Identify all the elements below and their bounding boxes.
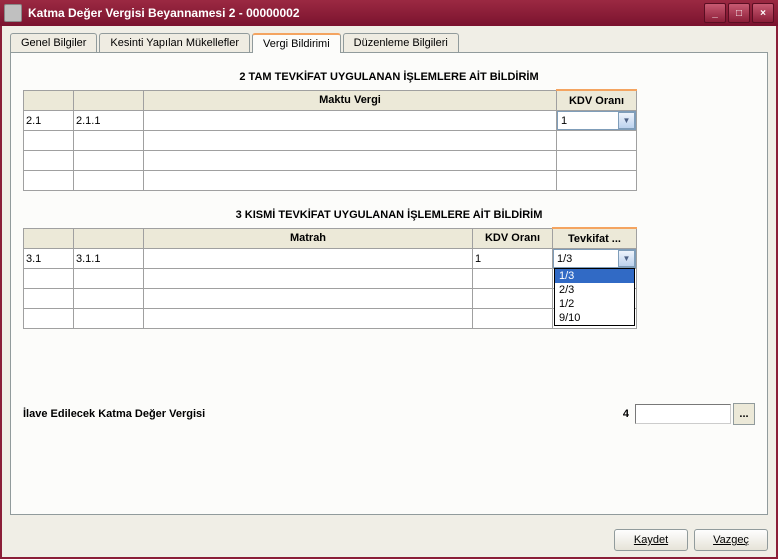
maximize-button[interactable]: □ bbox=[728, 3, 750, 23]
ilave-label: İlave Edilecek Katma Değer Vergisi bbox=[23, 408, 623, 420]
tevkifat-dropdown[interactable]: 1/3 ▼ 1/3 2/3 1/2 9/10 bbox=[553, 249, 636, 268]
table2-cell-kdv-orani[interactable]: 1 ▼ bbox=[557, 111, 637, 131]
table3-col-header-kdv-orani: KDV Oranı bbox=[473, 228, 553, 249]
tab-panel-vergi-bildirimi: 2 TAM TEVKİFAT UYGULANAN İŞLEMLERE AİT B… bbox=[10, 52, 768, 515]
table3-row bbox=[24, 269, 637, 289]
chevron-down-icon[interactable]: ▼ bbox=[618, 250, 635, 267]
section-2-table: Maktu Vergi KDV Oranı 2.1 2.1.1 1 ▼ bbox=[23, 89, 637, 191]
app-icon bbox=[4, 4, 22, 22]
minimize-button[interactable]: _ bbox=[704, 3, 726, 23]
ilave-number: 4 bbox=[623, 408, 629, 420]
tab-duzenleme-bilgileri[interactable]: Düzenleme Bilgileri bbox=[343, 33, 459, 53]
table3-col-header-matrah: Matrah bbox=[144, 228, 473, 249]
table2-cell[interactable] bbox=[144, 111, 557, 131]
chevron-down-icon[interactable]: ▼ bbox=[618, 112, 635, 129]
table3-row bbox=[24, 289, 637, 309]
ilave-more-button[interactable]: ... bbox=[733, 403, 755, 425]
footer-bar: Kaydet Vazgeç bbox=[2, 523, 776, 557]
table3-col-header-blank1 bbox=[24, 228, 74, 249]
table3-cell[interactable]: 1 bbox=[473, 249, 553, 269]
tab-vergi-bildirimi[interactable]: Vergi Bildirimi bbox=[252, 33, 341, 53]
section-3-table: Matrah KDV Oranı Tevkifat ... 3.1 3.1.1 … bbox=[23, 227, 637, 329]
table3-row bbox=[24, 309, 637, 329]
tevkifat-option[interactable]: 1/3 bbox=[555, 269, 634, 283]
table3-cell[interactable]: 3.1 bbox=[24, 249, 74, 269]
table2-row bbox=[24, 131, 637, 151]
kdv-orani-value: 1 bbox=[558, 115, 618, 127]
window-title: Katma Değer Vergisi Beyannamesi 2 - 0000… bbox=[28, 6, 704, 20]
table2-row: 2.1 2.1.1 1 ▼ bbox=[24, 111, 637, 131]
table2-row bbox=[24, 151, 637, 171]
tab-strip: Genel Bilgiler Kesinti Yapılan Mükellefl… bbox=[2, 26, 776, 52]
tevkifat-value: 1/3 bbox=[554, 253, 618, 265]
table2-row bbox=[24, 171, 637, 191]
tevkifat-option[interactable]: 2/3 bbox=[555, 283, 634, 297]
window-titlebar: Katma Değer Vergisi Beyannamesi 2 - 0000… bbox=[0, 0, 778, 26]
section-2-title: 2 TAM TEVKİFAT UYGULANAN İŞLEMLERE AİT B… bbox=[23, 71, 755, 83]
tevkifat-option[interactable]: 9/10 bbox=[555, 311, 634, 325]
table2-col-header-blank1 bbox=[24, 90, 74, 111]
table3-col-header-tevkifat: Tevkifat ... bbox=[553, 228, 637, 249]
table3-cell-tevkifat[interactable]: 1/3 ▼ 1/3 2/3 1/2 9/10 bbox=[553, 249, 637, 269]
table3-cell[interactable] bbox=[144, 249, 473, 269]
table3-col-header-blank2 bbox=[74, 228, 144, 249]
section-3-title: 3 KISMİ TEVKİFAT UYGULANAN İŞLEMLERE AİT… bbox=[23, 209, 755, 221]
table2-col-header-kdv-orani: KDV Oranı bbox=[557, 90, 637, 111]
ilave-input[interactable] bbox=[635, 404, 731, 424]
ilave-row: İlave Edilecek Katma Değer Vergisi 4 ... bbox=[23, 403, 755, 425]
table2-cell[interactable]: 2.1 bbox=[24, 111, 74, 131]
tevkifat-dropdown-list: 1/3 2/3 1/2 9/10 bbox=[554, 268, 635, 326]
vazgec-button[interactable]: Vazgeç bbox=[694, 529, 768, 551]
table2-cell[interactable]: 2.1.1 bbox=[74, 111, 144, 131]
table3-cell[interactable]: 3.1.1 bbox=[74, 249, 144, 269]
table2-col-header-blank2 bbox=[74, 90, 144, 111]
tab-kesinti-yapilan-mukellefler[interactable]: Kesinti Yapılan Mükellefler bbox=[99, 33, 250, 53]
kdv-orani-dropdown[interactable]: 1 ▼ bbox=[557, 111, 636, 130]
table3-row: 3.1 3.1.1 1 1/3 ▼ 1/3 2/3 1/2 9/10 bbox=[24, 249, 637, 269]
table2-col-header-maktu-vergi: Maktu Vergi bbox=[144, 90, 557, 111]
kaydet-button[interactable]: Kaydet bbox=[614, 529, 688, 551]
tab-genel-bilgiler[interactable]: Genel Bilgiler bbox=[10, 33, 97, 53]
tevkifat-option[interactable]: 1/2 bbox=[555, 297, 634, 311]
close-button[interactable]: × bbox=[752, 3, 774, 23]
